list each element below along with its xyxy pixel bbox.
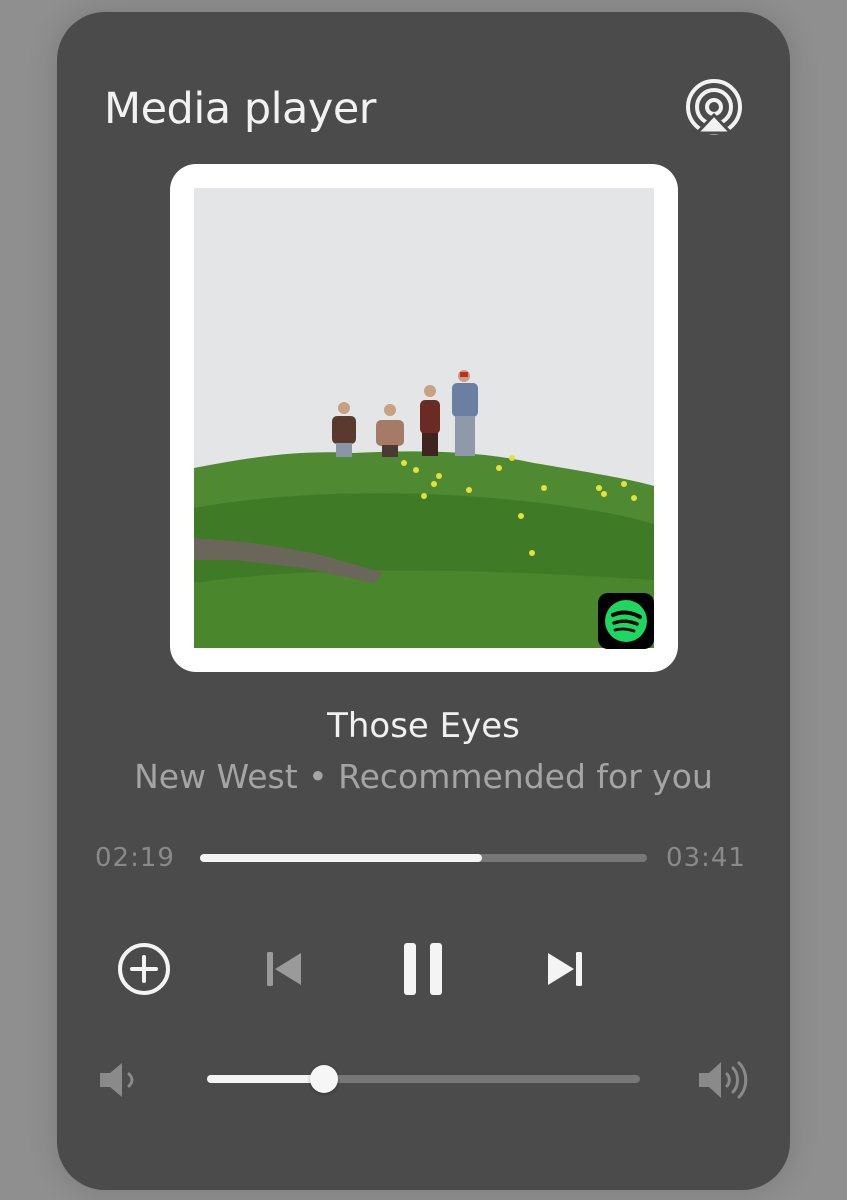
volume-fill xyxy=(207,1075,324,1083)
volume-slider[interactable] xyxy=(207,1075,640,1083)
album-art xyxy=(194,188,654,648)
skip-next-icon[interactable] xyxy=(545,949,585,989)
skip-previous-icon[interactable] xyxy=(264,949,304,989)
progress-fill xyxy=(200,854,482,862)
volume-low-icon xyxy=(100,1063,134,1097)
volume-high-icon xyxy=(699,1061,748,1099)
volume-knob[interactable] xyxy=(309,1065,338,1093)
duration-time: 03:41 xyxy=(666,843,746,873)
airplay-icon[interactable] xyxy=(683,78,745,140)
track-title: Those Eyes xyxy=(327,706,520,746)
spotify-icon xyxy=(598,593,654,649)
pause-icon[interactable] xyxy=(399,941,449,997)
progress-bar[interactable] xyxy=(200,854,647,862)
page-title: Media player xyxy=(104,84,377,134)
plus-circle-icon[interactable] xyxy=(115,940,173,998)
track-subtitle: New West • Recommended for you xyxy=(134,757,713,796)
elapsed-time: 02:19 xyxy=(95,843,175,873)
